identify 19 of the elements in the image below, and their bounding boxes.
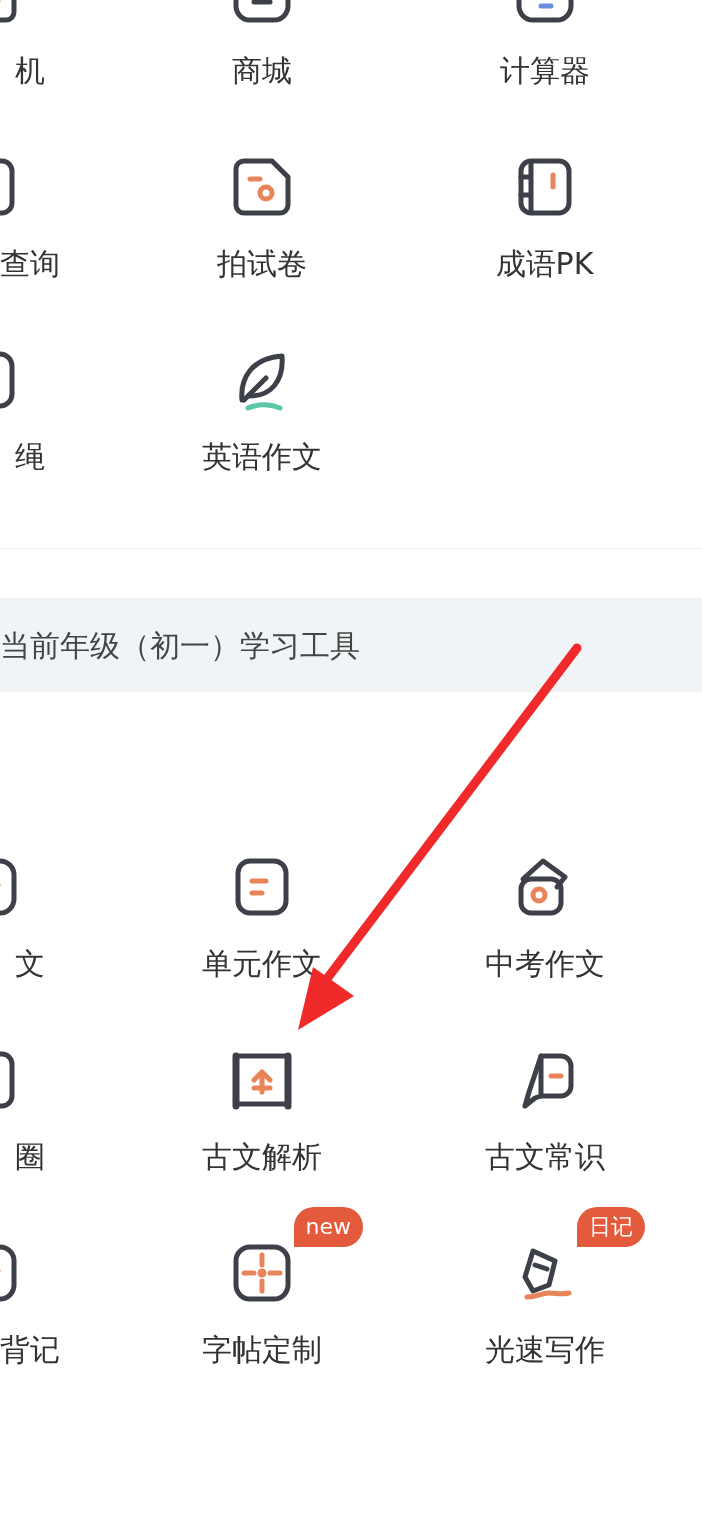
- tool-label[interactable]: 拍试卷: [216, 249, 307, 279]
- tool-label[interactable]: 文: [0, 949, 60, 979]
- tool-label[interactable]: 光速写作: [484, 1335, 605, 1365]
- tag-badge: new: [293, 1207, 363, 1247]
- section-title: 当前年级（初一）学习工具: [0, 626, 360, 665]
- tool-label[interactable]: 古文解析: [201, 1142, 322, 1172]
- tool-label[interactable]: 古文常识: [484, 1142, 605, 1172]
- tool-label[interactable]: 商城: [231, 56, 292, 86]
- tool-label[interactable]: 查询: [0, 249, 60, 279]
- tool-label[interactable]: 计算器: [499, 56, 590, 86]
- tool-label[interactable]: 成语PK: [495, 249, 594, 279]
- tool-label[interactable]: 机: [0, 56, 60, 86]
- tool-label[interactable]: 背记: [0, 1335, 60, 1365]
- tag-badge: 日记: [576, 1207, 645, 1247]
- tool-label[interactable]: 字帖定制: [201, 1335, 322, 1365]
- tool-label[interactable]: 圈: [0, 1142, 60, 1172]
- tool-label[interactable]: 绳: [0, 442, 60, 472]
- tool-label[interactable]: 英语作文: [201, 442, 322, 472]
- tool-label[interactable]: 中考作文: [484, 949, 605, 979]
